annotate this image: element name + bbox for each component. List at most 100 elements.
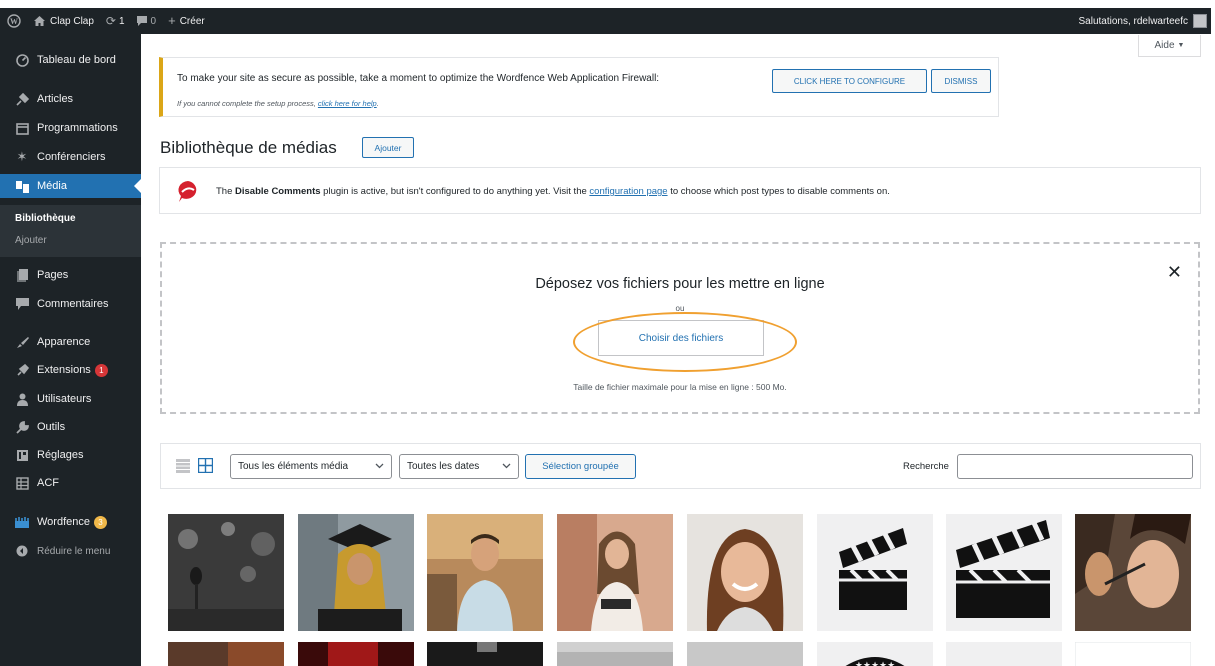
- svg-text:W: W: [10, 17, 18, 26]
- bulk-select-button[interactable]: Sélection groupée: [525, 454, 636, 479]
- triangle-down-icon: ▼: [1177, 42, 1185, 49]
- submenu-item-add[interactable]: Ajouter: [15, 235, 47, 246]
- media-icon: [15, 179, 29, 193]
- comments-link[interactable]: 0: [131, 8, 163, 34]
- search-input[interactable]: [957, 454, 1193, 479]
- menu-item-media[interactable]: Média: [0, 174, 141, 198]
- menu-label: Outils: [37, 421, 66, 433]
- disable-comments-logo-icon: [178, 181, 197, 202]
- menu-label: Programmations: [37, 122, 118, 134]
- new-content-link[interactable]: + Créer: [162, 8, 211, 34]
- menu-label: Pages: [37, 269, 69, 281]
- site-name: Clap Clap: [50, 15, 94, 27]
- msg-prefix: The: [216, 186, 236, 197]
- help-tab[interactable]: Aide ▼: [1138, 35, 1201, 57]
- help-text-prefix: If you cannot complete the setup process…: [177, 99, 318, 108]
- media-thumbnail[interactable]: ★★★★★: [817, 642, 933, 666]
- wp-logo-icon[interactable]: W: [0, 8, 28, 34]
- media-thumbnail[interactable]: [946, 514, 1062, 631]
- new-label: Créer: [179, 15, 205, 27]
- menu-item-acf[interactable]: ACF: [0, 471, 141, 495]
- menu-item-commentaires[interactable]: Commentaires: [0, 292, 141, 316]
- media-thumbnail[interactable]: [1075, 514, 1191, 631]
- menu-item-dashboard[interactable]: Tableau de bord: [0, 48, 141, 72]
- comment-icon: [136, 16, 147, 26]
- admin-sidebar: Tableau de bord Articles Programmations …: [0, 34, 141, 666]
- msg-suffix: to choose which post types to disable co…: [667, 186, 890, 197]
- menu-item-extensions[interactable]: Extensions 1: [0, 358, 141, 382]
- menu-label: Média: [37, 180, 67, 192]
- media-thumbnail[interactable]: [1075, 642, 1191, 666]
- updates-link[interactable]: ⟳ 1: [100, 8, 131, 34]
- media-thumbnail[interactable]: [687, 514, 803, 631]
- menu-item-articles[interactable]: Articles: [0, 87, 141, 111]
- media-thumbnail[interactable]: [687, 642, 803, 666]
- collapse-icon: [15, 544, 29, 558]
- media-submenu: Bibliothèque Ajouter: [0, 205, 141, 257]
- svg-text:★★★★★: ★★★★★: [855, 660, 895, 666]
- type-filter-value: Tous les éléments média: [238, 461, 349, 472]
- menu-label: Apparence: [37, 336, 91, 348]
- admin-bar: W Clap Clap ⟳ 1 0 + Créer Salutations, r…: [0, 8, 1211, 34]
- menu-label: Utilisateurs: [37, 393, 92, 405]
- home-icon: [34, 16, 45, 26]
- my-account[interactable]: Salutations, rdelwarteefc: [1078, 8, 1207, 34]
- menu-item-conferenciers[interactable]: ✶ Conférenciers: [0, 145, 141, 169]
- wordfence-message: To make your site as secure as possible,…: [177, 73, 660, 84]
- menu-item-reglages[interactable]: Réglages: [0, 443, 141, 467]
- plugin-name: Disable Comments: [235, 186, 321, 197]
- media-thumbnail[interactable]: [298, 514, 414, 631]
- configuration-page-link[interactable]: configuration page: [589, 186, 667, 197]
- add-media-button[interactable]: Ajouter: [362, 137, 414, 158]
- menu-label: Conférenciers: [37, 151, 106, 163]
- close-icon[interactable]: ✕: [1167, 262, 1182, 283]
- extensions-count-badge: 1: [94, 363, 108, 377]
- dashboard-icon: [15, 53, 29, 67]
- comments-count: 0: [150, 15, 157, 27]
- comment-icon: [15, 297, 29, 311]
- wrench-icon: [15, 420, 29, 434]
- media-thumbnail[interactable]: [427, 514, 543, 631]
- media-thumbnail[interactable]: [946, 642, 1062, 666]
- help-label: Aide: [1154, 40, 1175, 51]
- brush-icon: [15, 335, 29, 349]
- pin-icon: [15, 92, 29, 106]
- max-upload-size: Taille de fichier maximale pour la mise …: [573, 382, 787, 392]
- chevron-down-icon: [375, 463, 384, 469]
- pages-icon: [15, 268, 29, 282]
- acf-icon: [15, 476, 29, 490]
- menu-item-outils[interactable]: Outils: [0, 415, 141, 439]
- collapse-menu-button[interactable]: Réduire le menu: [0, 539, 141, 563]
- media-thumbnail[interactable]: [557, 514, 673, 631]
- menu-item-apparence[interactable]: Apparence: [0, 330, 141, 354]
- dropzone-title: Déposez vos fichiers pour les mettre en …: [535, 276, 825, 292]
- media-thumbnail[interactable]: [557, 642, 673, 666]
- wordfence-help-text: If you cannot complete the setup process…: [177, 99, 379, 108]
- media-thumbnail[interactable]: [427, 642, 543, 666]
- menu-item-utilisateurs[interactable]: Utilisateurs: [0, 387, 141, 411]
- menu-item-programmations[interactable]: Programmations: [0, 116, 141, 140]
- media-thumbnail[interactable]: [168, 514, 284, 631]
- site-name-link[interactable]: Clap Clap: [28, 8, 100, 34]
- media-thumbnail[interactable]: [168, 642, 284, 666]
- submenu-item-library[interactable]: Bibliothèque: [15, 213, 76, 224]
- grid-view-icon[interactable]: [198, 458, 213, 473]
- menu-label: Articles: [37, 93, 74, 105]
- help-text-suffix: .: [376, 99, 379, 108]
- menu-item-pages[interactable]: Pages: [0, 263, 141, 287]
- wp-admin-screen: W Clap Clap ⟳ 1 0 + Créer Salutations, r…: [0, 0, 1215, 666]
- help-link[interactable]: click here for help: [318, 99, 377, 108]
- avatar: [1193, 14, 1207, 28]
- menu-item-wordfence[interactable]: Wordfence 3: [0, 510, 141, 534]
- configure-firewall-button[interactable]: CLICK HERE TO CONFIGURE: [772, 69, 927, 93]
- media-type-filter[interactable]: Tous les éléments média: [230, 454, 392, 479]
- media-thumbnail[interactable]: [298, 642, 414, 666]
- list-view-icon[interactable]: [176, 459, 190, 473]
- wordfence-icon: [15, 515, 29, 529]
- dismiss-button[interactable]: DISMISS: [931, 69, 991, 93]
- media-thumbnail[interactable]: [817, 514, 933, 631]
- highlight-ellipse: [573, 312, 797, 372]
- wordfence-count-badge: 3: [94, 515, 107, 529]
- date-filter[interactable]: Toutes les dates: [399, 454, 519, 479]
- menu-label: Tableau de bord: [37, 54, 116, 66]
